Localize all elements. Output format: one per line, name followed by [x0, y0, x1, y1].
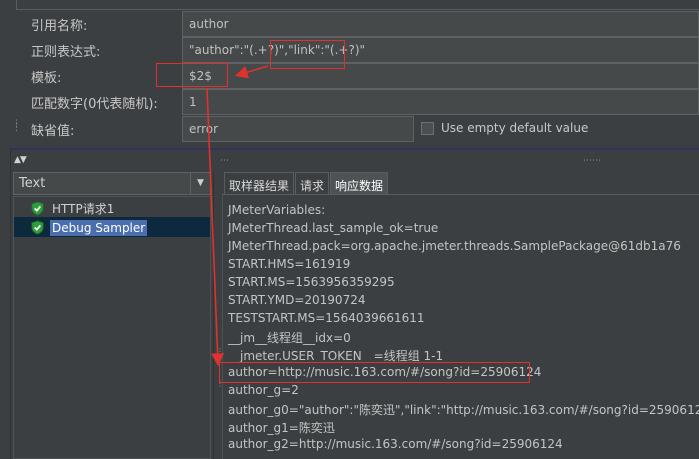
- response-line: START.HMS=161919: [228, 257, 351, 271]
- annotation-box-author-result: [219, 362, 530, 383]
- template-row: 模板: $2$: [0, 63, 699, 89]
- response-line: JMeterThread.pack=org.apache.jmeter.thre…: [228, 239, 681, 253]
- annotation-box-template: [156, 63, 228, 87]
- match-no-label: 匹配数字(0代表随机):: [31, 97, 158, 112]
- response-line: START.YMD=20190724: [228, 293, 366, 307]
- tree-item-debug-sampler[interactable]: Debug Sampler: [30, 218, 148, 237]
- regex-label: 正则表达式:: [31, 45, 101, 60]
- response-line: author_g2=http://music.163.com/#/song?id…: [228, 437, 563, 451]
- reference-name-label: 引用名称:: [31, 19, 88, 34]
- response-line: JMeterThread.last_sample_ok=true: [228, 221, 439, 235]
- renderer-combo-value: Text: [19, 176, 46, 191]
- split-grip-icon[interactable]: ⋯: [220, 156, 229, 166]
- response-line: author_g0="author":"陈奕迅","link":"http://…: [228, 403, 699, 417]
- tab-sampler-result[interactable]: 取样器结果: [224, 172, 295, 194]
- annotation-box-link-group: [270, 40, 345, 69]
- results-tree: HTTP请求1 Debug Sampler: [13, 196, 211, 459]
- results-tree-panel: Text ▼ HTTP请求1 Debug Sampler: [12, 172, 212, 459]
- renderer-combo[interactable]: Text ▼: [13, 172, 211, 195]
- match-no-row: 匹配数字(0代表随机): 1: [0, 89, 699, 115]
- default-value-row: 缺省值: error Use empty default value: [0, 116, 699, 142]
- response-line: START.MS=1563956359295: [228, 275, 395, 289]
- tree-item-http-request[interactable]: HTTP请求1: [30, 199, 116, 218]
- tab-response-data[interactable]: 响应数据: [330, 172, 389, 194]
- default-value-label: 缺省值:: [31, 124, 75, 139]
- green-shield-check-icon: [31, 201, 44, 216]
- template-input[interactable]: $2$: [182, 63, 699, 89]
- response-line: author_g=2: [228, 383, 299, 397]
- tree-item-label: HTTP请求1: [52, 202, 115, 216]
- result-tabs: 取样器结果 请求 响应数据: [224, 172, 389, 195]
- tab-request[interactable]: 请求: [295, 172, 330, 194]
- tree-item-label: Debug Sampler: [50, 219, 148, 236]
- response-line: author_g1=陈奕迅: [228, 421, 335, 435]
- vertical-splitter[interactable]: ⋮ ⋮: [213, 172, 224, 459]
- split-collapse-arrows-icon[interactable]: ▲▼: [14, 155, 27, 165]
- regex-input[interactable]: "author":"(.+?)","link":"(.+?)": [182, 37, 699, 63]
- reference-name-input[interactable]: author: [182, 11, 699, 37]
- response-line: JMeterVariables:: [228, 203, 326, 217]
- split-grip-right-icon[interactable]: ⋯⋯: [583, 156, 601, 166]
- triangle-down-icon[interactable]: ▼: [190, 173, 210, 194]
- green-shield-check-icon: [31, 220, 44, 235]
- match-no-input[interactable]: 1: [182, 89, 699, 115]
- default-value-input[interactable]: error: [182, 116, 414, 142]
- use-empty-default-option[interactable]: Use empty default value: [421, 121, 588, 135]
- reference-name-row: 引用名称: author: [0, 11, 699, 37]
- response-line: __jm__线程组__idx=0: [228, 331, 351, 345]
- use-empty-default-checkbox[interactable]: [421, 121, 434, 135]
- result-detail-panel: 取样器结果 请求 响应数据 JMeterVariables: JMeterThr…: [222, 172, 699, 459]
- response-line: TESTSTART.MS=1564039661611: [228, 311, 425, 325]
- use-empty-default-label: Use empty default value: [441, 121, 589, 135]
- response-data-text[interactable]: JMeterVariables: JMeterThread.last_sampl…: [222, 195, 699, 459]
- template-label: 模板:: [31, 71, 62, 86]
- top-panel-border: [16, 0, 699, 10]
- regex-row: 正则表达式: "author":"(.+?)","link":"(.+?)": [0, 37, 699, 63]
- panel-grip-icon[interactable]: ⋮ ⋮: [12, 120, 21, 133]
